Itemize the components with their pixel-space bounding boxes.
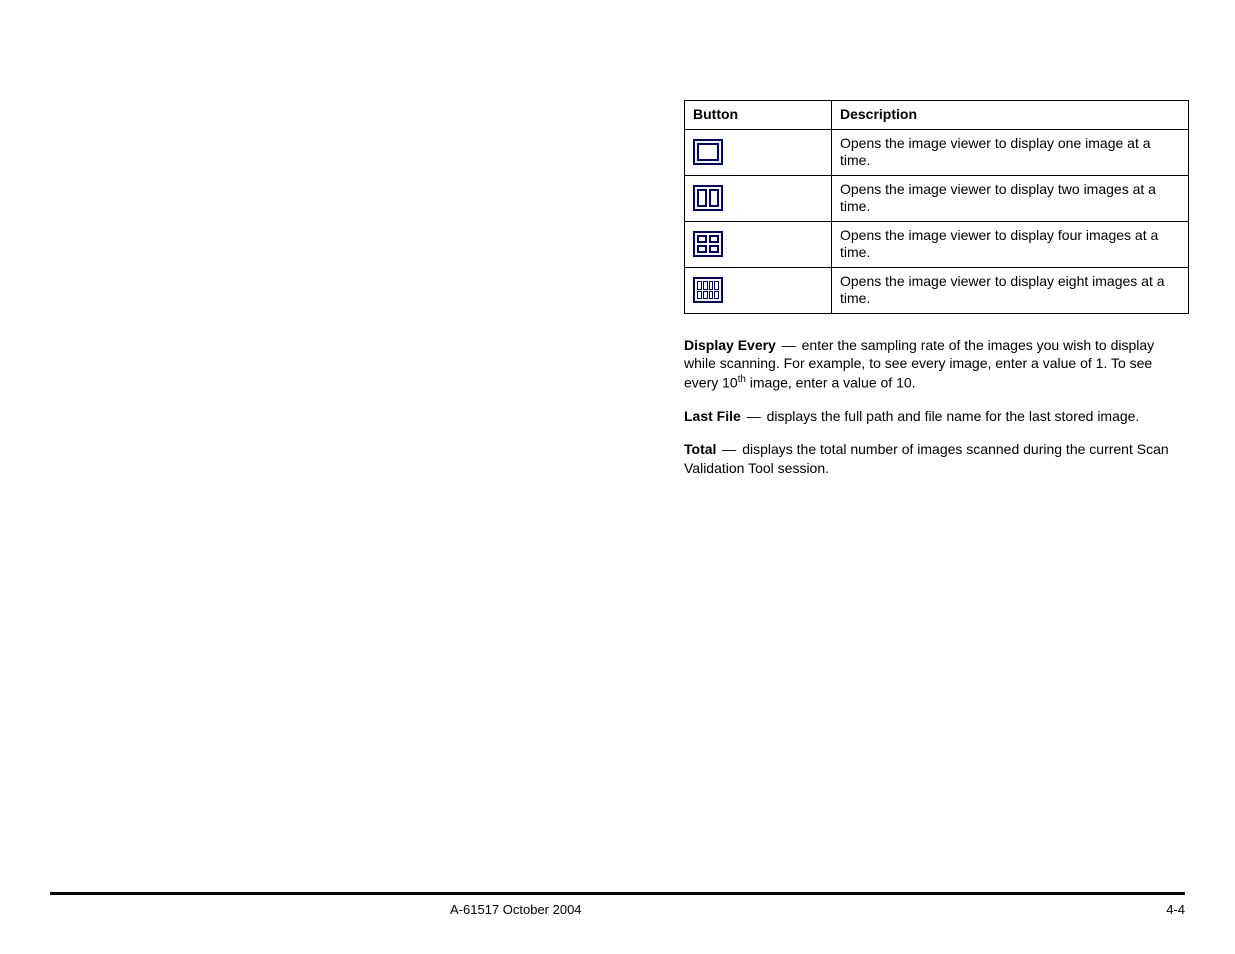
lead-display-every: Display Every [684, 337, 776, 353]
button-description-table: Button Description Opens the image viewe… [684, 100, 1189, 314]
description-cell: Opens the image viewer to display two im… [832, 175, 1189, 221]
header-description: Description [832, 101, 1189, 130]
table-row: Opens the image viewer to display one im… [685, 129, 1189, 175]
description-cell: Opens the image viewer to display eight … [832, 267, 1189, 313]
separator: — [780, 336, 798, 355]
lead-last-file: Last File [684, 408, 741, 424]
button-cell [685, 175, 832, 221]
text: displays the full path and file name for… [767, 408, 1140, 424]
footer: A-61517 October 2004 4-4 [450, 902, 1185, 917]
view-two-icon [693, 185, 723, 211]
button-cell [685, 129, 832, 175]
text: displays the total number of images scan… [684, 441, 1169, 476]
text: image, enter a value of 10. [746, 375, 916, 391]
description-cell: Opens the image viewer to display one im… [832, 129, 1189, 175]
footer-page-number: 4-4 [1166, 902, 1185, 917]
footer-divider [50, 892, 1185, 895]
view-eight-icon [693, 277, 723, 303]
table-row: Opens the image viewer to display eight … [685, 267, 1189, 313]
paragraph-display-every: Display Every — enter the sampling rate … [684, 336, 1189, 393]
paragraph-last-file: Last File — displays the full path and f… [684, 407, 1189, 426]
page: Button Description Opens the image viewe… [0, 0, 1235, 954]
superscript-th: th [738, 374, 746, 385]
button-cell [685, 221, 832, 267]
separator: — [720, 440, 738, 459]
button-cell [685, 267, 832, 313]
separator: — [745, 407, 763, 426]
content-column: Button Description Opens the image viewe… [684, 100, 1189, 478]
lead-total: Total [684, 441, 716, 457]
table-header-row: Button Description [685, 101, 1189, 130]
view-one-icon [693, 139, 723, 165]
paragraph-total: Total — displays the total number of ima… [684, 440, 1189, 478]
table-row: Opens the image viewer to display two im… [685, 175, 1189, 221]
table-row: Opens the image viewer to display four i… [685, 221, 1189, 267]
header-button: Button [685, 101, 832, 130]
description-cell: Opens the image viewer to display four i… [832, 221, 1189, 267]
footer-doc-id: A-61517 October 2004 [450, 902, 582, 917]
view-four-icon [693, 231, 723, 257]
